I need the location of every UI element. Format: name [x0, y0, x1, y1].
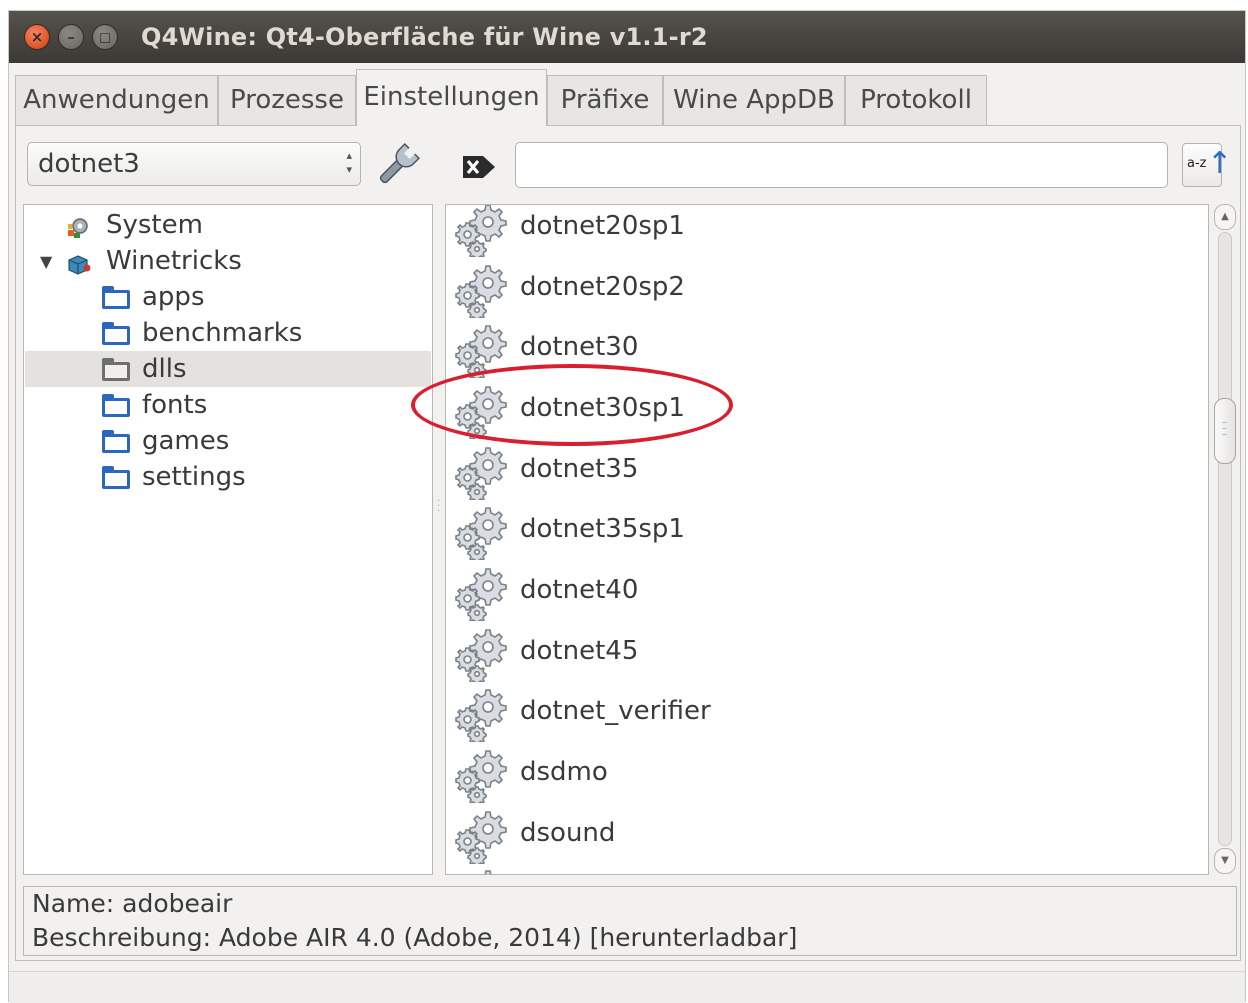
tree-item-label: dlls: [142, 354, 187, 384]
list-item-label: dotnet45: [520, 636, 639, 666]
gear-icon: [452, 504, 512, 563]
list-item-label: dotnet20sp2: [520, 272, 685, 302]
gear-icon: [452, 808, 512, 867]
tree-item-label: apps: [142, 282, 205, 312]
gear-icon: [452, 747, 512, 806]
folder-icon: [102, 358, 130, 381]
sort-az-button[interactable]: a-z ↑: [1182, 143, 1232, 187]
tab-wine-appdb[interactable]: Wine AppDB: [663, 75, 845, 125]
minimize-window-button[interactable]: –: [58, 24, 84, 50]
gear-icon: [452, 626, 512, 685]
winetricks-icon: [66, 250, 92, 275]
folder-icon: [102, 286, 130, 309]
info-description: Beschreibung: Adobe AIR 4.0 (Adobe, 2014…: [32, 923, 798, 952]
maximize-window-button[interactable]: ◻: [92, 24, 118, 50]
gear-icon: [452, 867, 512, 874]
title-bar[interactable]: × – ◻ Q4Wine: Qt4-Oberfläche für Wine v1…: [9, 11, 1245, 63]
scroll-up-arrow-icon[interactable]: ▲: [1214, 204, 1236, 230]
gear-icon: [452, 205, 512, 260]
folder-icon: [102, 430, 130, 453]
list-item-label: dotnet20sp1: [520, 211, 685, 241]
tree-item-label: games: [142, 426, 230, 456]
spinner-arrows-icon: ▴ ▾: [346, 149, 352, 176]
tree-item-label: benchmarks: [142, 318, 303, 348]
tree-item-label: Winetricks: [106, 246, 242, 276]
category-combo[interactable]: dotnet3 ▴ ▾: [27, 142, 361, 186]
gear-icon: [452, 686, 512, 745]
red-highlight-ellipse: [411, 364, 733, 446]
list-item-label: dotnet35: [520, 454, 639, 484]
list-item-label: dotnet30: [520, 332, 639, 362]
folder-icon: [102, 466, 130, 489]
list-item-label: dotnet_verifier: [520, 696, 711, 726]
list-scrollbar[interactable]: ▲ – – – ▼: [1212, 204, 1238, 875]
combo-value: dotnet3: [38, 149, 140, 179]
splitter-handle[interactable]: · · ·: [437, 497, 440, 517]
tree-item-label: System: [106, 210, 203, 240]
list-item-label: dsound: [520, 818, 616, 848]
window-title: Q4Wine: Qt4-Oberfläche für Wine v1.1-r2: [141, 23, 708, 51]
gear-icon: [452, 444, 512, 503]
minimize-icon: –: [67, 28, 75, 46]
list-item-label: dotnet35sp1: [520, 514, 685, 544]
scrollbar-track[interactable]: [1218, 232, 1232, 846]
list-item-label: dsdmo: [520, 757, 608, 787]
close-icon: ×: [30, 28, 44, 46]
tab-einstellungen[interactable]: Einstellungen: [356, 69, 547, 126]
scroll-down-arrow-icon[interactable]: ▼: [1214, 848, 1236, 874]
folder-icon: [102, 322, 130, 345]
scrollbar-thumb[interactable]: – – –: [1214, 398, 1236, 464]
category-tree: System ▼ Winetricks apps benchmarks dlls: [23, 204, 433, 875]
list-item-label: dotnet40: [520, 575, 639, 605]
maximize-icon: ◻: [98, 28, 112, 46]
tree-item-label: fonts: [142, 390, 208, 420]
close-window-button[interactable]: ×: [24, 24, 50, 50]
tab-anwendungen[interactable]: Anwendungen: [15, 75, 218, 125]
wrench-icon[interactable]: [372, 141, 422, 191]
folder-icon: [102, 394, 130, 417]
tab-prozesse[interactable]: Prozesse: [218, 75, 356, 125]
system-icon: [66, 214, 92, 238]
main-window: × – ◻ Q4Wine: Qt4-Oberfläche für Wine v1…: [8, 10, 1246, 1003]
sort-label: a-z: [1187, 156, 1207, 171]
sort-arrow-icon: ↑: [1207, 146, 1233, 181]
status-bar: [9, 971, 1245, 1003]
tab-praefixe[interactable]: Präfixe: [547, 75, 663, 125]
search-input[interactable]: [515, 142, 1168, 188]
tree-item-label: settings: [142, 462, 246, 492]
tree-selection-highlight: [25, 351, 431, 387]
package-list: dotnet20sp1 dotnet20sp2 dotnet30 dotnet3…: [445, 204, 1209, 875]
expand-arrow-icon[interactable]: ▼: [40, 252, 52, 271]
tab-protokoll[interactable]: Protokoll: [845, 75, 987, 125]
gear-icon: [452, 262, 512, 321]
info-panel: Name: adobeair Beschreibung: Adobe AIR 4…: [23, 886, 1237, 956]
info-name: Name: adobeair: [32, 889, 233, 918]
clear-search-icon[interactable]: [461, 152, 497, 182]
gear-icon: [452, 565, 512, 624]
